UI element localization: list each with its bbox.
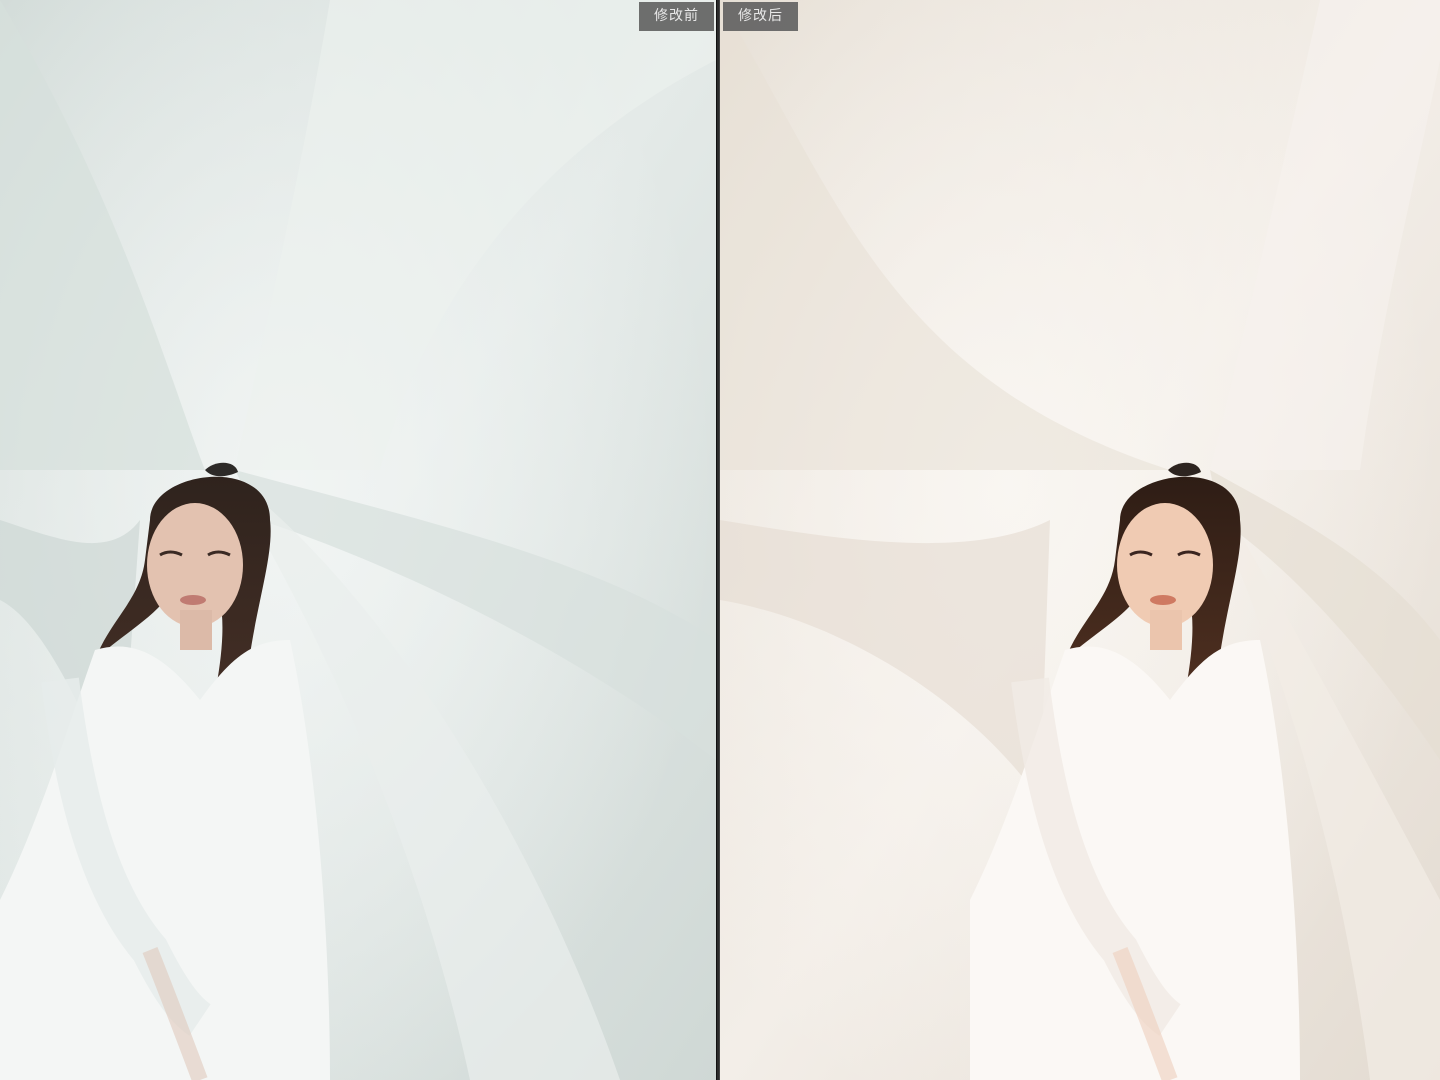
before-label: 修改前 [639, 2, 714, 31]
after-pane[interactable]: 修改后 [720, 0, 1440, 1080]
before-pane[interactable]: 修改前 [0, 0, 716, 1080]
before-after-compare-view: 修改前 修改后 [0, 0, 1440, 1080]
after-photo [720, 0, 1440, 1080]
after-label: 修改后 [723, 2, 798, 31]
before-photo [0, 0, 716, 1080]
